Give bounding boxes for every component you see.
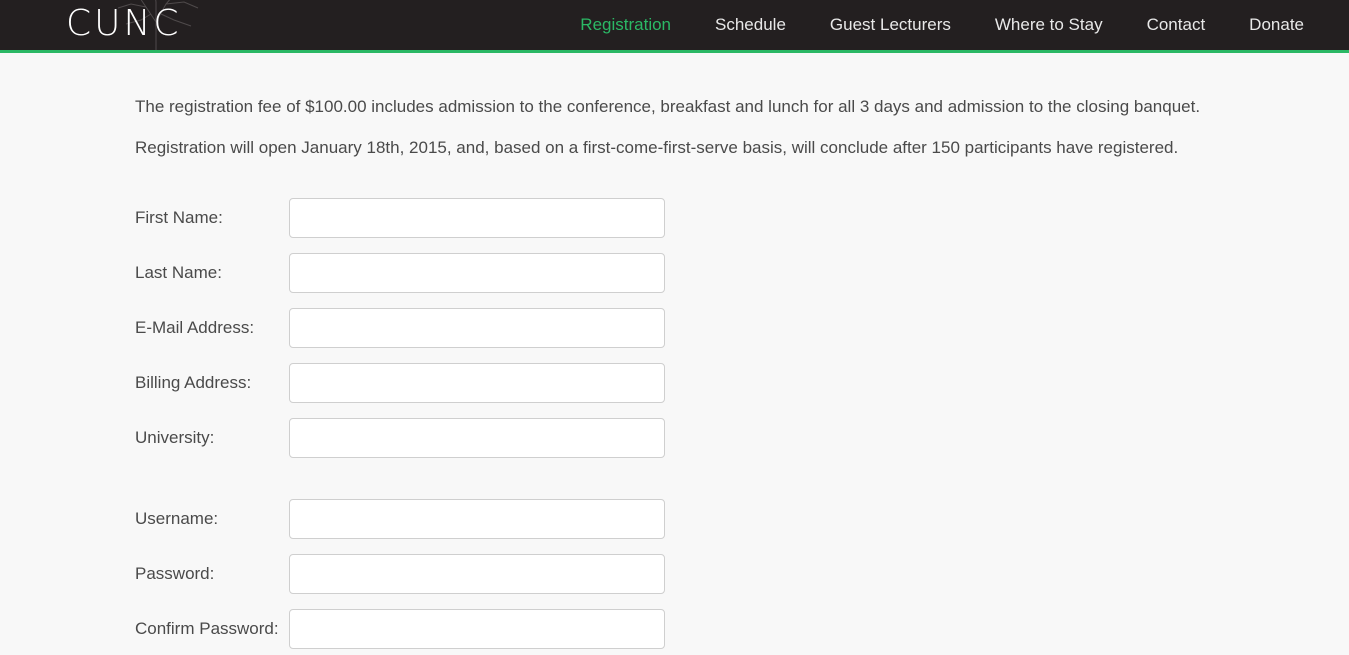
university-label: University: [135,428,215,447]
last-name-label: Last Name: [135,263,222,282]
username-input[interactable] [289,499,665,539]
email-label: E-Mail Address: [135,318,255,337]
username-row: Username: [135,499,675,539]
first-name-row: First Name: [135,198,675,238]
password-label: Password: [135,564,215,583]
confirm-password-input[interactable] [289,609,665,649]
password-input[interactable] [289,554,665,594]
billing-address-row: Billing Address: [135,363,675,403]
email-row: E-Mail Address: [135,308,675,348]
last-name-input[interactable] [289,253,665,293]
billing-address-input[interactable] [289,363,665,403]
password-row: Password: [135,554,675,594]
username-label: Username: [135,509,219,528]
billing-address-label: Billing Address: [135,373,252,392]
first-name-input[interactable] [289,198,665,238]
last-name-row: Last Name: [135,253,675,293]
university-row: University: [135,418,675,458]
nav-contact[interactable]: Contact [1147,0,1206,50]
nav-guest-lecturers[interactable]: Guest Lecturers [830,0,951,50]
email-input[interactable] [289,308,665,348]
confirm-password-row: Confirm Password: [135,609,675,649]
university-input[interactable] [289,418,665,458]
confirm-password-label: Confirm Password: [135,619,279,638]
nav-where-to-stay[interactable]: Where to Stay [995,0,1103,50]
nav-donate[interactable]: Donate [1249,0,1304,50]
first-name-label: First Name: [135,208,223,227]
registration-form: First Name: Last Name: E-Mail Address: B… [135,0,735,655]
